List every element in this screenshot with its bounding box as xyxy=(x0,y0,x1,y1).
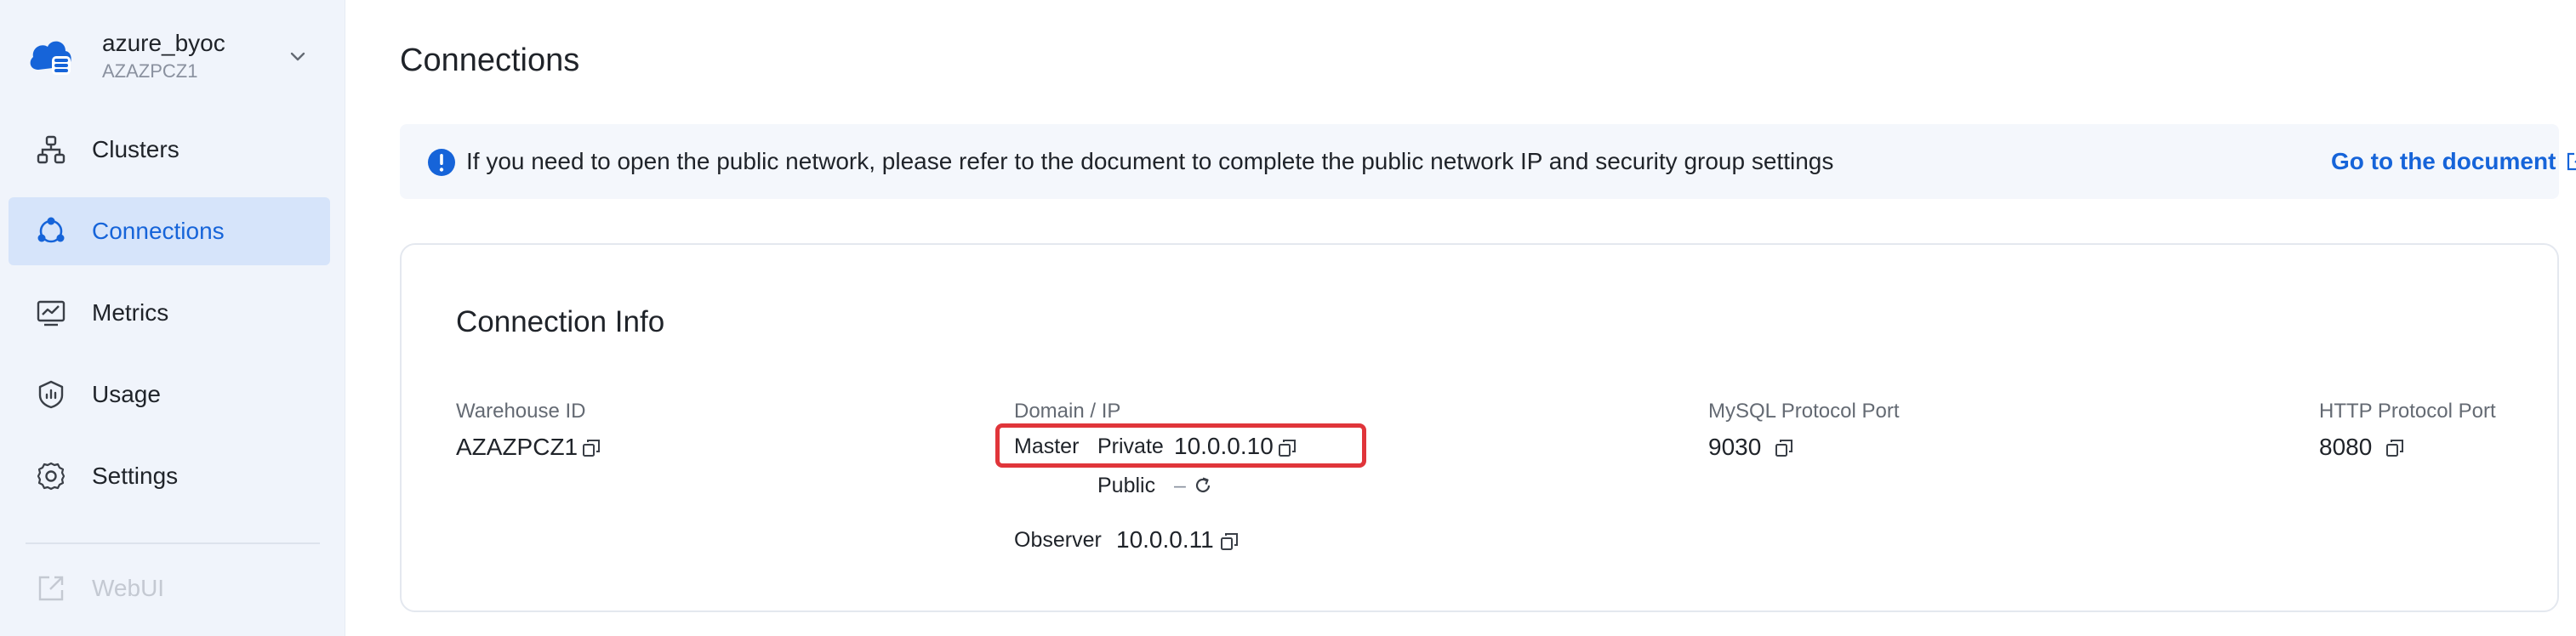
copy-icon[interactable] xyxy=(2385,439,2404,457)
sidebar-item-usage[interactable]: Usage xyxy=(9,361,330,429)
go-to-document-link[interactable]: Go to the document xyxy=(2331,124,2556,199)
sidebar-item-label: Clusters xyxy=(92,136,180,162)
http-port-value: 8080 xyxy=(2319,434,2373,460)
sidebar: azure_byoc AZAZPCZ1 Clusters Connections xyxy=(0,0,345,636)
banner-message: If you need to open the public network, … xyxy=(466,148,1834,174)
gear-icon xyxy=(37,462,66,491)
sidebar-item-clusters[interactable]: Clusters xyxy=(9,116,330,184)
clusters-icon xyxy=(37,135,66,164)
copy-icon[interactable] xyxy=(582,439,601,457)
workspace-id: AZAZPCZ1 xyxy=(102,60,198,82)
public-value: – xyxy=(1174,474,1186,497)
sidebar-item-webui[interactable]: WebUI xyxy=(9,554,330,622)
mysql-port-label: MySQL Protocol Port xyxy=(1708,400,1900,423)
sidebar-item-label: Metrics xyxy=(92,299,169,326)
sidebar-divider xyxy=(26,542,320,544)
warehouse-id-value: AZAZPCZ1 xyxy=(456,434,578,460)
refresh-icon[interactable] xyxy=(1193,475,1213,496)
external-link-icon xyxy=(38,576,64,601)
sidebar-item-metrics[interactable]: Metrics xyxy=(9,279,330,347)
chevron-down-icon[interactable] xyxy=(286,44,310,68)
workspace-switcher[interactable]: azure_byoc AZAZPCZ1 xyxy=(26,20,320,92)
copy-icon[interactable] xyxy=(1775,439,1793,457)
sidebar-item-label: Connections xyxy=(92,218,225,244)
card-title: Connection Info xyxy=(456,305,665,338)
info-icon xyxy=(428,149,455,176)
connection-info-card: Connection Info Warehouse ID AZAZPCZ1 Do… xyxy=(400,243,2559,612)
cloud-database-icon xyxy=(26,31,75,81)
warehouse-id-label: Warehouse ID xyxy=(456,400,586,423)
external-link-icon[interactable] xyxy=(2566,151,2576,172)
mysql-port-value: 9030 xyxy=(1708,434,1762,460)
connections-icon xyxy=(37,217,65,243)
highlight-box xyxy=(995,423,1366,468)
domain-ip-label: Domain / IP xyxy=(1014,400,1121,423)
usage-icon xyxy=(38,380,64,409)
info-banner: If you need to open the public network, … xyxy=(400,124,2576,199)
sidebar-item-label: WebUI xyxy=(92,575,165,601)
sidebar-item-connections[interactable]: Connections xyxy=(9,197,330,265)
sidebar-item-label: Usage xyxy=(92,381,161,407)
observer-label: Observer xyxy=(1014,528,1102,552)
sidebar-item-label: Settings xyxy=(92,463,179,489)
copy-icon[interactable] xyxy=(1220,532,1239,551)
page-title: Connections xyxy=(400,43,580,78)
workspace-name: azure_byoc xyxy=(102,30,225,56)
http-port-label: HTTP Protocol Port xyxy=(2319,400,2496,423)
observer-ip-value: 10.0.0.11 xyxy=(1116,526,1214,553)
sidebar-item-settings[interactable]: Settings xyxy=(9,442,330,510)
metrics-icon xyxy=(37,300,66,327)
public-label: Public xyxy=(1097,474,1156,497)
